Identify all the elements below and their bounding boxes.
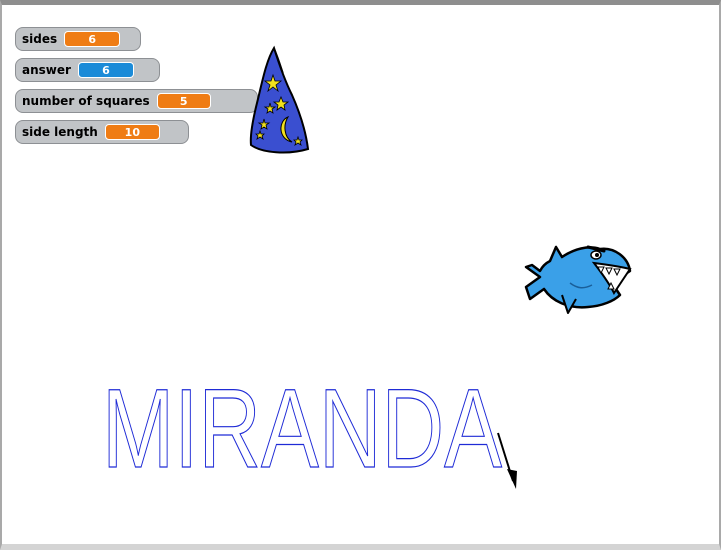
pen-drawing-miranda: MIRANDA (101, 365, 502, 491)
stage[interactable]: sides 6 answer 6 number of squares 5 sid… (0, 0, 721, 550)
arrow-cursor-sprite[interactable] (496, 431, 522, 493)
drawn-text: MIRANDA (102, 366, 502, 491)
